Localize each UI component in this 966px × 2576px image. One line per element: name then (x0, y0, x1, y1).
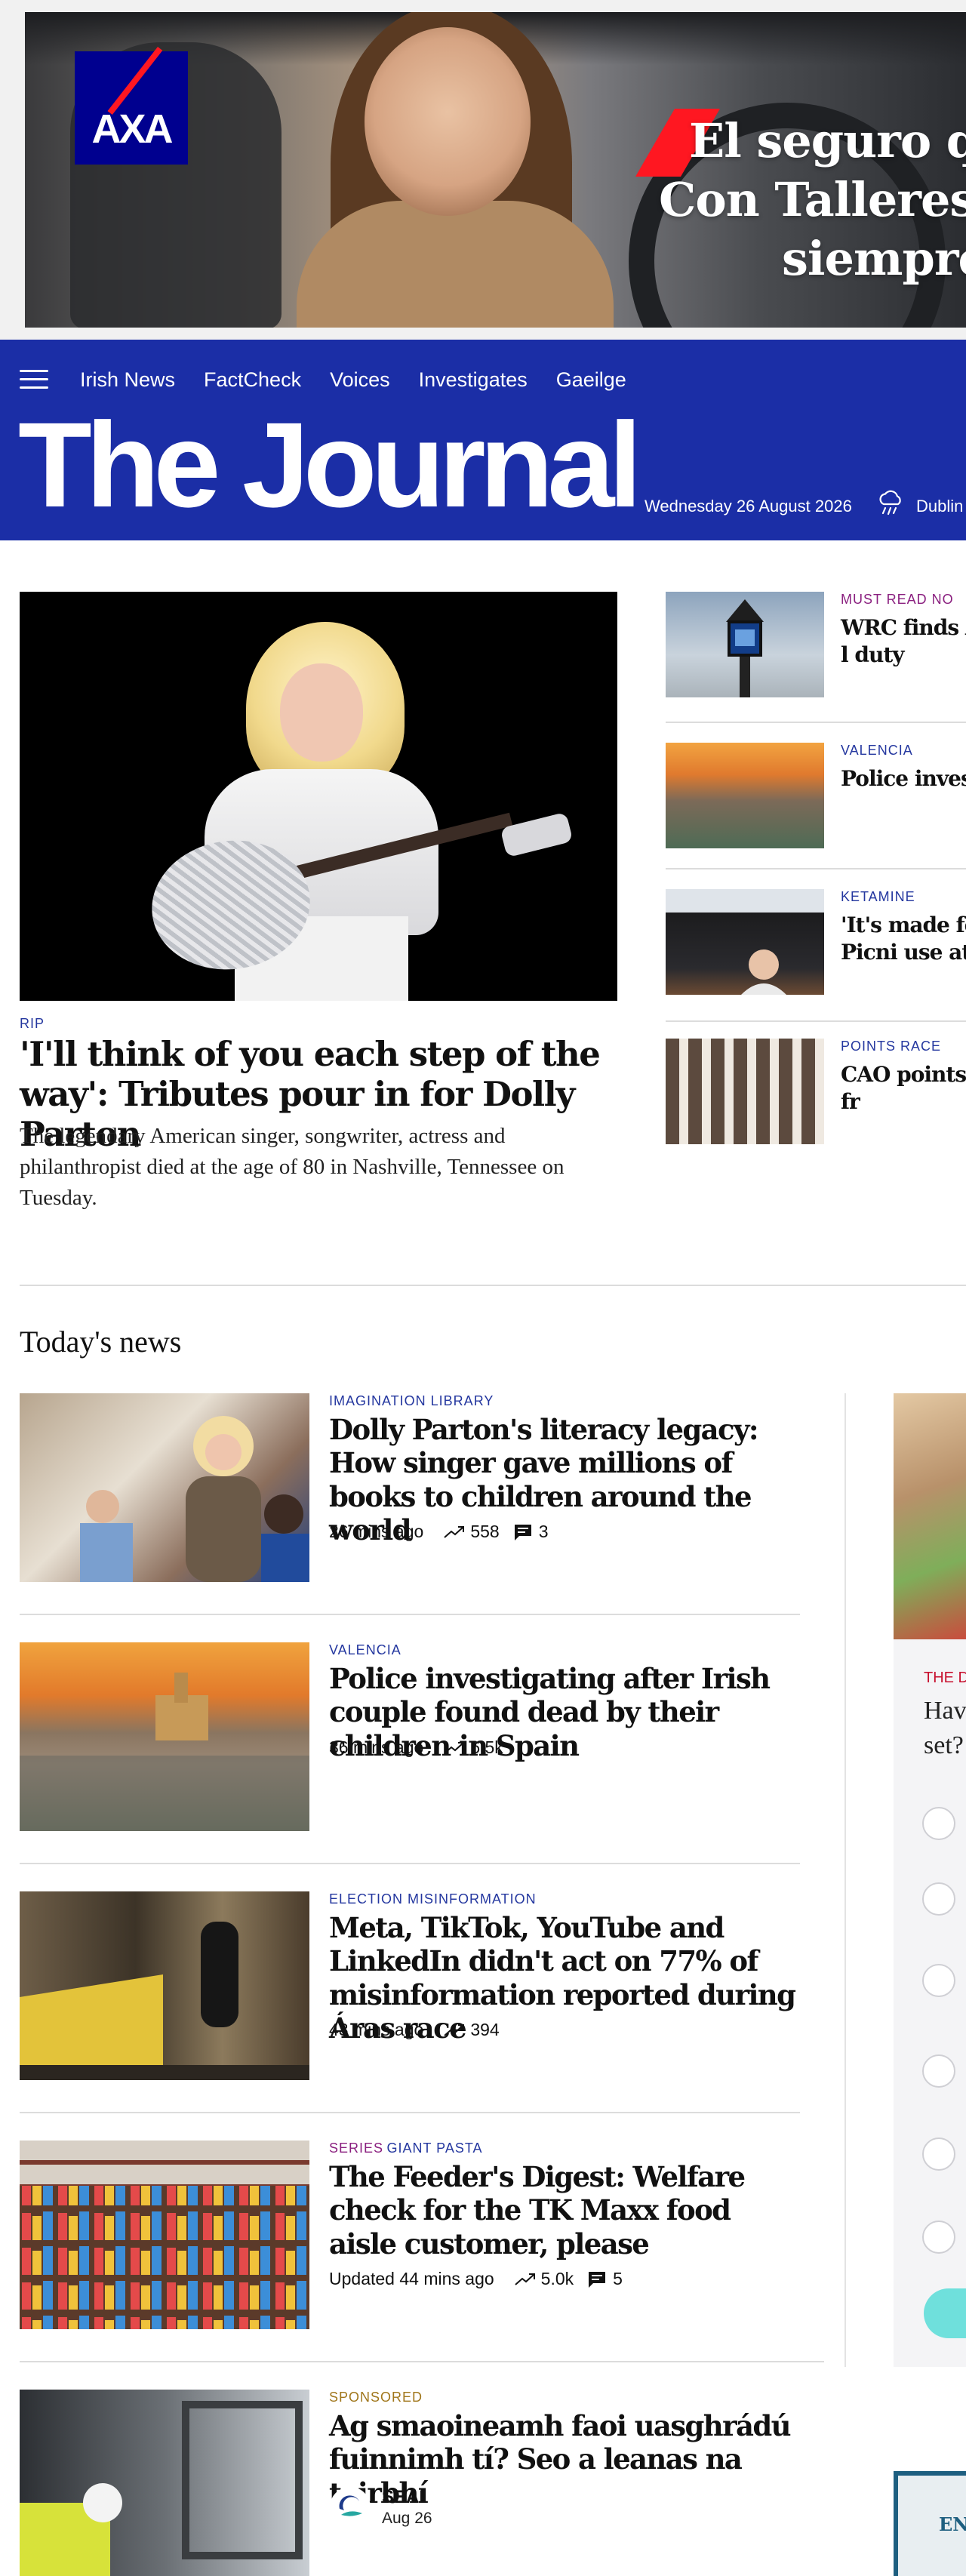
poll-kicker: THE D (924, 1670, 966, 1686)
poll-option-radio[interactable] (922, 1964, 955, 1997)
rain-cloud-icon (879, 490, 901, 516)
seai-logo (330, 2487, 371, 2528)
trending-icon (444, 1525, 465, 1538)
separator (20, 2361, 824, 2362)
weather-city[interactable]: Dublin (916, 497, 963, 516)
view-count: 5.0k (540, 2269, 574, 2288)
story-kicker[interactable]: KETAMINE (841, 889, 915, 905)
story-headline[interactable]: CAO points a The Journal fr (841, 1061, 966, 1116)
news-headline[interactable]: The Feeder's Digest: Welfare check for t… (329, 2160, 804, 2261)
trending-icon (444, 2024, 465, 2036)
comment-icon[interactable] (513, 1523, 533, 1541)
separator (666, 722, 966, 723)
ad-headline-1: El seguro que (689, 113, 966, 168)
news-meta: 26 mins ago 558 3 (329, 1522, 548, 1542)
news-thumbnail[interactable] (20, 2141, 309, 2329)
news-kicker[interactable]: IMAGINATION LIBRARY (329, 1393, 494, 1409)
poll-option-radio[interactable] (922, 2054, 955, 2088)
poll-vote-button[interactable] (924, 2288, 966, 2338)
news-meta: 43 mins ago 394 (329, 2020, 500, 2040)
site-logo[interactable]: The Journal (18, 405, 642, 525)
hero-summary: The legendary American singer, songwrite… (20, 1124, 565, 1211)
story-headline[interactable]: 'It's made for Electric Picni use at fes… (841, 912, 966, 967)
axa-logo: AXA (75, 47, 188, 165)
ad-banner[interactable]: AXA El seguro que Con Talleres AX siempr… (25, 12, 966, 328)
section-title: Today's news (20, 1325, 182, 1359)
series-name[interactable]: GIANT PASTA (386, 2141, 482, 2156)
story-thumbnail[interactable] (666, 592, 824, 697)
timestamp: 43 mins ago (329, 2020, 424, 2039)
news-thumbnail[interactable] (20, 1891, 309, 2080)
trending-icon (444, 1741, 465, 1754)
news-kicker[interactable]: SERIES GIANT PASTA (329, 2141, 483, 2156)
story-kicker[interactable]: POINTS RACE (841, 1039, 941, 1054)
timestamp: 26 mins ago (329, 1522, 424, 1541)
news-thumbnail[interactable] (20, 1642, 309, 1831)
column-divider (844, 1393, 846, 2367)
story-kicker[interactable]: VALENCIA (841, 743, 913, 759)
main-nav: Irish News FactCheck Voices Investigates… (80, 368, 655, 392)
sponsored-label: SPONSORED (329, 2390, 423, 2405)
sidebar-story[interactable]: KETAMINE 'It's made for Electric Picni u… (666, 889, 966, 996)
story-headline[interactable]: Police investi dead by their (841, 765, 966, 792)
poll-option-radio[interactable] (922, 1882, 955, 1916)
ad-headline-3: siempre c (782, 231, 966, 286)
section-divider (20, 1285, 966, 1286)
promo-box[interactable]: EN (894, 2471, 966, 2576)
page: AXA El seguro que Con Talleres AX siempr… (0, 0, 966, 2576)
sponsor[interactable]: SEAI Aug 26 (329, 2486, 432, 2528)
poll-image (894, 1393, 966, 1639)
comment-count[interactable]: 5 (613, 2269, 623, 2289)
story-thumbnail[interactable] (666, 743, 824, 848)
nav-factcheck[interactable]: FactCheck (204, 368, 301, 392)
separator (666, 1020, 966, 1022)
separator (20, 1614, 800, 1615)
view-count: 6.5k (470, 1737, 503, 1757)
nav-voices[interactable]: Voices (330, 368, 390, 392)
news-thumbnail[interactable] (20, 2390, 309, 2576)
story-thumbnail[interactable] (666, 1039, 824, 1144)
hero-kicker[interactable]: RIP (20, 1016, 45, 1032)
trending-icon (514, 2273, 535, 2285)
current-date: Wednesday 26 August 2026 (645, 497, 852, 516)
separator (20, 1863, 800, 1864)
story-headline[interactable]: WRC finds Ar 'proper' sick l duty (841, 614, 966, 669)
nav-gaeilge[interactable]: Gaeilge (556, 368, 626, 392)
separator (666, 868, 966, 869)
timestamp: 36 mins ago (329, 1737, 424, 1757)
news-meta: Updated 44 mins ago 5.0k 5 (329, 2269, 623, 2289)
story-thumbnail[interactable] (666, 889, 824, 995)
sponsor-name[interactable]: SEAI (382, 2487, 432, 2508)
menu-icon[interactable] (20, 370, 48, 389)
sidebar-story[interactable]: VALENCIA Police investi dead by their (666, 743, 966, 850)
hero-image[interactable] (20, 592, 617, 1001)
sponsor-date: Aug 26 (382, 2510, 432, 2527)
timestamp: Updated 44 mins ago (329, 2269, 494, 2288)
site-header: Irish News FactCheck Voices Investigates… (0, 340, 966, 540)
nav-irish-news[interactable]: Irish News (80, 368, 175, 392)
ad-photo-woman (365, 27, 531, 216)
sidebar-story[interactable]: MUST READ NO WRC finds Ar 'proper' sick … (666, 592, 966, 699)
comment-icon[interactable] (587, 2270, 607, 2288)
story-kicker[interactable]: MUST READ NO (841, 592, 954, 608)
poll-option-radio[interactable] (922, 2221, 955, 2254)
view-count: 558 (470, 1522, 500, 1541)
ad-headline-2: Con Talleres AX (659, 172, 966, 227)
series-label[interactable]: SERIES (329, 2141, 383, 2156)
ad-container: AXA El seguro que Con Talleres AX siempr… (0, 0, 966, 340)
news-meta: 36 mins ago 6.5k (329, 1737, 503, 1758)
poll-option-radio[interactable] (922, 2137, 955, 2171)
news-kicker[interactable]: VALENCIA (329, 1642, 401, 1658)
news-kicker[interactable]: ELECTION MISINFORMATION (329, 1891, 537, 1907)
nav-investigates[interactable]: Investigates (419, 368, 528, 392)
poll-question: Hav set? (924, 1697, 966, 1759)
news-thumbnail[interactable] (20, 1393, 309, 1582)
sidebar-story[interactable]: POINTS RACE CAO points a The Journal fr (666, 1039, 966, 1146)
view-count: 394 (470, 2020, 500, 2039)
comment-count[interactable]: 3 (539, 1522, 549, 1542)
poll-option-radio[interactable] (922, 1807, 955, 1840)
poll-widget: THE D Hav set? (894, 1393, 966, 2367)
separator (20, 2112, 800, 2113)
